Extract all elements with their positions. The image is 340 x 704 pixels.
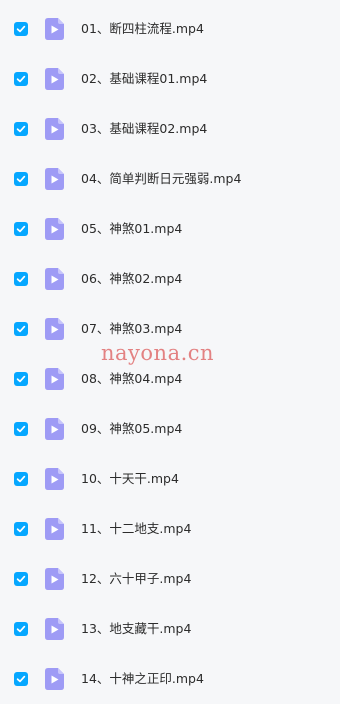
video-file-icon xyxy=(45,318,64,340)
file-name[interactable]: 09、神煞05.mp4 xyxy=(81,421,182,437)
file-checkbox[interactable] xyxy=(14,72,28,86)
file-name[interactable]: 13、地支藏干.mp4 xyxy=(81,621,191,637)
file-row[interactable]: 05、神煞01.mp4 xyxy=(0,204,340,254)
file-row[interactable]: 12、六十甲子.mp4 xyxy=(0,554,340,604)
file-checkbox[interactable] xyxy=(14,172,28,186)
file-checkbox[interactable] xyxy=(14,572,28,586)
checkmark-icon xyxy=(16,675,26,683)
file-name[interactable]: 01、断四柱流程.mp4 xyxy=(81,21,204,37)
file-checkbox[interactable] xyxy=(14,672,28,686)
checkmark-icon xyxy=(16,275,26,283)
file-row[interactable]: 10、十天干.mp4 xyxy=(0,454,340,504)
video-file-icon xyxy=(45,18,64,40)
file-name[interactable]: 12、六十甲子.mp4 xyxy=(81,571,191,587)
file-checkbox[interactable] xyxy=(14,472,28,486)
video-file-icon xyxy=(45,418,64,440)
checkmark-icon xyxy=(16,375,26,383)
video-file-icon xyxy=(45,68,64,90)
video-file-icon xyxy=(45,218,64,240)
video-file-icon xyxy=(45,368,64,390)
video-file-icon xyxy=(45,468,64,490)
video-file-icon xyxy=(45,568,64,590)
file-row[interactable]: 13、地支藏干.mp4 xyxy=(0,604,340,654)
file-name[interactable]: 02、基础课程01.mp4 xyxy=(81,71,207,87)
checkmark-icon xyxy=(16,175,26,183)
checkmark-icon xyxy=(16,225,26,233)
checkmark-icon xyxy=(16,325,26,333)
file-name[interactable]: 11、十二地支.mp4 xyxy=(81,521,191,537)
video-file-icon xyxy=(45,618,64,640)
video-file-icon xyxy=(45,518,64,540)
checkmark-icon xyxy=(16,125,26,133)
file-row[interactable]: 02、基础课程01.mp4 xyxy=(0,54,340,104)
checkmark-icon xyxy=(16,475,26,483)
video-file-icon xyxy=(45,118,64,140)
checkmark-icon xyxy=(16,525,26,533)
video-file-icon xyxy=(45,268,64,290)
checkmark-icon xyxy=(16,75,26,83)
checkmark-icon xyxy=(16,25,26,33)
file-row[interactable]: 06、神煞02.mp4 xyxy=(0,254,340,304)
file-checkbox[interactable] xyxy=(14,622,28,636)
video-file-icon xyxy=(45,168,64,190)
file-checkbox[interactable] xyxy=(14,422,28,436)
video-file-icon xyxy=(45,668,64,690)
file-row[interactable]: 03、基础课程02.mp4 xyxy=(0,104,340,154)
file-row[interactable]: 09、神煞05.mp4 xyxy=(0,404,340,454)
watermark: nayona.cn xyxy=(101,341,215,365)
file-checkbox[interactable] xyxy=(14,222,28,236)
file-name[interactable]: 05、神煞01.mp4 xyxy=(81,221,182,237)
file-row[interactable]: 01、断四柱流程.mp4 xyxy=(0,4,340,54)
checkmark-icon xyxy=(16,425,26,433)
file-checkbox[interactable] xyxy=(14,122,28,136)
file-checkbox[interactable] xyxy=(14,22,28,36)
file-name[interactable]: 06、神煞02.mp4 xyxy=(81,271,182,287)
file-name[interactable]: 03、基础课程02.mp4 xyxy=(81,121,207,137)
file-checkbox[interactable] xyxy=(14,272,28,286)
file-name[interactable]: 14、十神之正印.mp4 xyxy=(81,671,204,687)
file-name[interactable]: 10、十天干.mp4 xyxy=(81,471,179,487)
file-row[interactable]: 14、十神之正印.mp4 xyxy=(0,654,340,704)
checkmark-icon xyxy=(16,625,26,633)
file-name[interactable]: 04、简单判断日元强弱.mp4 xyxy=(81,171,241,187)
file-row[interactable]: 04、简单判断日元强弱.mp4 xyxy=(0,154,340,204)
checkmark-icon xyxy=(16,575,26,583)
file-row[interactable]: 11、十二地支.mp4 xyxy=(0,504,340,554)
file-name[interactable]: 08、神煞04.mp4 xyxy=(81,371,182,387)
file-checkbox[interactable] xyxy=(14,522,28,536)
file-name[interactable]: 07、神煞03.mp4 xyxy=(81,321,182,337)
file-checkbox[interactable] xyxy=(14,372,28,386)
file-checkbox[interactable] xyxy=(14,322,28,336)
